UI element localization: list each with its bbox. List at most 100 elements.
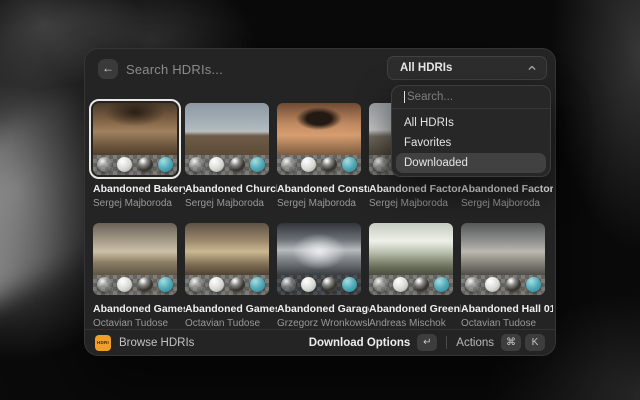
footer-mode-label: Browse HDRIs [119, 337, 194, 349]
diffuse-sphere-icon [485, 277, 500, 292]
chrome-sphere-icon [230, 277, 245, 292]
hdri-card: Abandoned Construc... Sergej Majboroda [277, 103, 361, 209]
teal-sphere-icon [250, 157, 265, 172]
hdri-name: Abandoned Greenho... [369, 303, 461, 315]
chrome-sphere-icon [230, 157, 245, 172]
hdri-author: Sergej Majboroda [369, 198, 461, 209]
hdri-name: Abandoned Construc... [277, 183, 369, 195]
hdri-name: Abandoned Games R... [93, 303, 185, 315]
glass-sphere-icon [281, 157, 296, 172]
chrome-sphere-icon [138, 277, 153, 292]
diffuse-sphere-icon [117, 157, 132, 172]
footer-divider [446, 336, 447, 349]
diffuse-sphere-icon [209, 277, 224, 292]
chevron-up-icon [528, 64, 536, 72]
hdri-card: Abandoned Games R... Octavian Tudose [185, 223, 269, 329]
hdri-name: Abandoned Bakery [93, 183, 185, 195]
teal-sphere-icon [250, 277, 265, 292]
panorama-preview [185, 103, 269, 155]
panorama-preview [461, 223, 545, 275]
glass-sphere-icon [373, 157, 388, 172]
text-caret [404, 91, 405, 103]
hdri-thumbnail[interactable] [93, 223, 177, 295]
panorama-preview [277, 223, 361, 275]
chrome-sphere-icon [138, 157, 153, 172]
filter-dropdown-panel: Search... All HDRIs Favorites Downloaded [391, 85, 551, 177]
chrome-sphere-icon [414, 277, 429, 292]
download-options-button[interactable]: Download Options [309, 337, 411, 349]
glass-sphere-icon [189, 277, 204, 292]
hdri-author: Sergej Majboroda [185, 198, 277, 209]
filter-dropdown-button[interactable]: All HDRIs [387, 56, 547, 80]
hdri-name: Abandoned Factory... [369, 183, 461, 195]
panorama-preview [277, 103, 361, 155]
material-spheres-strip [369, 275, 453, 295]
material-spheres-strip [185, 155, 269, 175]
hdri-card: Abandoned Bakery Sergej Majboroda [93, 103, 177, 209]
hdri-name: Abandoned Factory... [461, 183, 553, 195]
teal-sphere-icon [158, 157, 173, 172]
hdri-author: Octavian Tudose [93, 318, 185, 329]
filter-search-placeholder: Search... [407, 91, 453, 103]
teal-sphere-icon [342, 277, 357, 292]
material-spheres-strip [277, 155, 361, 175]
actions-button[interactable]: Actions [456, 337, 494, 349]
glass-sphere-icon [97, 277, 112, 292]
filter-option-downloaded[interactable]: Downloaded [396, 153, 546, 173]
filter-selected-label: All HDRIs [400, 62, 452, 74]
hdri-thumbnail[interactable] [185, 103, 269, 175]
hdri-card: Abandoned Garage Grzegorz Wronkowski [277, 223, 361, 329]
diffuse-sphere-icon [209, 157, 224, 172]
command-key-icon[interactable]: ⌘ [501, 334, 521, 351]
hdri-name: Abandoned Church [185, 183, 277, 195]
hdri-card: Abandoned Games R... Octavian Tudose [93, 223, 177, 329]
chrome-sphere-icon [322, 277, 337, 292]
teal-sphere-icon [158, 277, 173, 292]
panorama-preview [93, 103, 177, 155]
material-spheres-strip [277, 275, 361, 295]
hdri-thumbnail[interactable] [277, 103, 361, 175]
k-key-icon[interactable]: K [525, 334, 545, 351]
glass-sphere-icon [281, 277, 296, 292]
hdri-author: Sergej Majboroda [461, 198, 553, 209]
hdri-author: Sergej Majboroda [93, 198, 185, 209]
glass-sphere-icon [465, 277, 480, 292]
hdri-name: Abandoned Hall 01 [461, 303, 553, 315]
hdri-author: Andreas Mischok [369, 318, 461, 329]
back-button[interactable]: ← [98, 59, 118, 79]
filter-options-list: All HDRIs Favorites Downloaded [392, 109, 550, 177]
material-spheres-strip [185, 275, 269, 295]
hdri-thumbnail[interactable] [461, 223, 545, 295]
diffuse-sphere-icon [117, 277, 132, 292]
glass-sphere-icon [373, 277, 388, 292]
filter-option-favorites[interactable]: Favorites [396, 133, 546, 153]
hdri-author: Grzegorz Wronkowski [277, 318, 369, 329]
material-spheres-strip [461, 275, 545, 295]
enter-key-icon[interactable]: ↵ [417, 334, 437, 351]
hdri-thumbnail[interactable] [369, 223, 453, 295]
hdri-author: Sergej Majboroda [277, 198, 369, 209]
material-spheres-strip [93, 155, 177, 175]
hdri-app-icon: HDRI [95, 335, 111, 351]
hdri-card: Abandoned Hall 01 Octavian Tudose [461, 223, 545, 329]
teal-sphere-icon [342, 157, 357, 172]
hdri-thumbnail[interactable] [185, 223, 269, 295]
search-input[interactable]: Search HDRIs... [126, 62, 223, 77]
hdri-author: Octavian Tudose [185, 318, 277, 329]
panorama-preview [185, 223, 269, 275]
glass-sphere-icon [189, 157, 204, 172]
diffuse-sphere-icon [301, 277, 316, 292]
hdri-name: Abandoned Garage [277, 303, 369, 315]
chrome-sphere-icon [506, 277, 521, 292]
hdri-thumbnail[interactable] [93, 103, 177, 175]
glass-sphere-icon [97, 157, 112, 172]
material-spheres-strip [93, 275, 177, 295]
hdri-card: Abandoned Greenho... Andreas Mischok [369, 223, 453, 329]
teal-sphere-icon [526, 277, 541, 292]
filter-option-all-hdris[interactable]: All HDRIs [396, 113, 546, 133]
teal-sphere-icon [434, 277, 449, 292]
hdri-name: Abandoned Games R... [185, 303, 277, 315]
filter-search-input[interactable]: Search... [392, 86, 550, 109]
panorama-preview [369, 223, 453, 275]
hdri-thumbnail[interactable] [277, 223, 361, 295]
